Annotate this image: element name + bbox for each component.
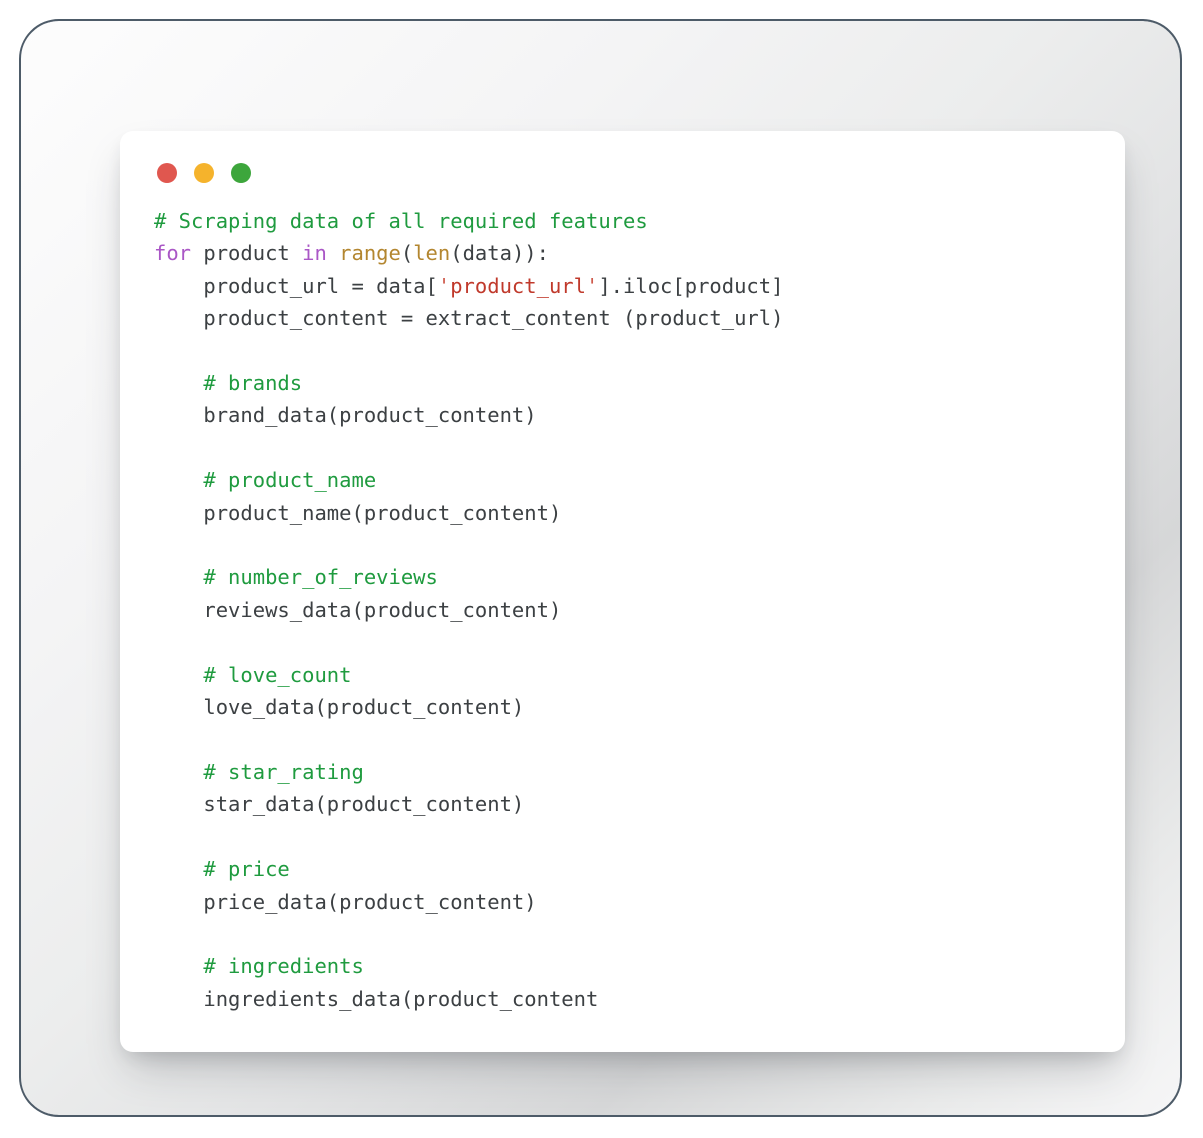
code-line: # Scraping data of all required features: [154, 205, 1091, 237]
code-token-comment: # love_count: [154, 662, 352, 687]
code-line: love_data(product_content): [154, 691, 1091, 723]
code-token-string: product_url: [450, 273, 586, 298]
code-token-plain: price_data(product_content): [154, 889, 537, 914]
code-token-plain: (: [400, 241, 414, 266]
code-token-builtin: range: [339, 241, 401, 266]
code-line: # ingredients: [154, 950, 1091, 982]
code-line: reviews_data(product_content): [154, 594, 1091, 626]
code-card: # Scraping data of all required features…: [120, 131, 1125, 1052]
code-token-plain: ].iloc[product]: [598, 273, 784, 298]
code-line: price_data(product_content): [154, 886, 1091, 918]
code-line: star_data(product_content): [154, 788, 1091, 820]
code-token-comment: # brands: [154, 371, 303, 396]
code-line: product_url = data['product_url'].iloc[p…: [154, 270, 1091, 302]
code-token-plain: star_data(product_content): [154, 792, 525, 817]
code-line: for product in range(len(data)):: [154, 237, 1091, 269]
code-line: product_name(product_content): [154, 497, 1091, 529]
code-token-keyword: for: [154, 241, 192, 266]
code-token-comment: # Scraping data of all required features: [154, 209, 648, 233]
code-line: # number_of_reviews: [154, 561, 1091, 593]
code-token-builtin: len: [413, 241, 451, 266]
code-line: ingredients_data(product_content: [154, 983, 1091, 1015]
code-token-plain: product: [191, 241, 303, 266]
code-token-plain: brand_data(product_content): [154, 403, 537, 428]
code-token-plain: product_content = extract_content (produ…: [154, 306, 784, 331]
device-frame: # Scraping data of all required features…: [19, 19, 1182, 1117]
code-token-plain: ingredients_data(product_content: [154, 986, 599, 1011]
code-line: # love_count: [154, 659, 1091, 691]
minimize-dot[interactable]: [194, 163, 214, 183]
code-token-comment: # star_rating: [154, 759, 364, 784]
code-line: # brands: [154, 367, 1091, 399]
code-block[interactable]: # Scraping data of all required features…: [154, 205, 1091, 1015]
code-token-plain: reviews_data(product_content): [154, 597, 562, 622]
code-token-plain: love_data(product_content): [154, 695, 525, 720]
code-line: # star_rating: [154, 756, 1091, 788]
code-line: # product_name: [154, 464, 1091, 496]
code-token-comment: # price: [154, 857, 290, 882]
close-dot[interactable]: [157, 163, 177, 183]
code-token-keyword: in: [302, 241, 327, 266]
code-token-comment: # product_name: [154, 468, 377, 493]
window-controls: [157, 163, 1091, 183]
code-token-quote: ': [585, 273, 599, 298]
maximize-dot[interactable]: [231, 163, 251, 183]
code-line: product_content = extract_content (produ…: [154, 302, 1091, 334]
code-token-plain: product_url = data[: [154, 273, 438, 298]
code-line: brand_data(product_content): [154, 399, 1091, 431]
code-token-comment: # number_of_reviews: [154, 565, 438, 590]
code-line: # price: [154, 853, 1091, 885]
code-token-plain: (data)):: [450, 241, 549, 266]
code-token-comment: # ingredients: [154, 954, 364, 979]
code-token-quote: ': [437, 273, 451, 298]
code-token-plain: product_name(product_content): [154, 500, 562, 525]
